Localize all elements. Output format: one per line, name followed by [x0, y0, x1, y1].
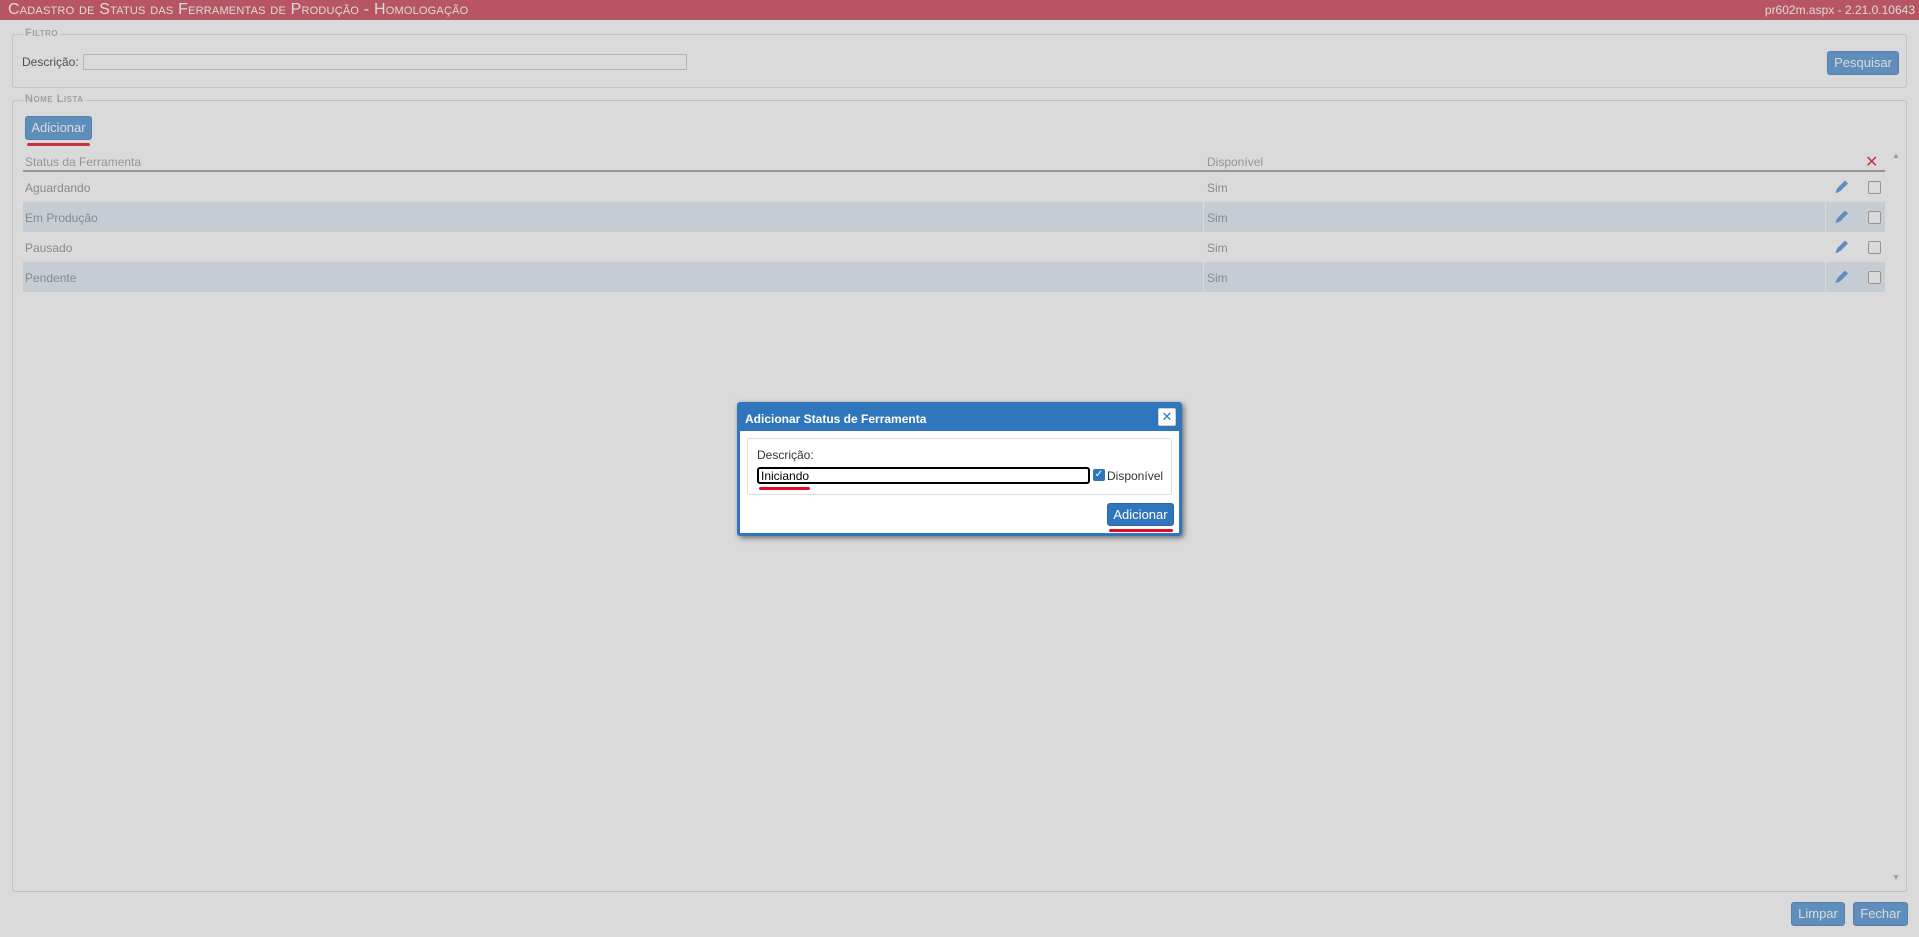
annotation-underline [1109, 529, 1173, 532]
dialog-adicionar-button[interactable]: Adicionar [1107, 503, 1174, 526]
page: Cadastro de Status das Ferramentas de Pr… [0, 0, 1919, 937]
dialog-title: Adicionar Status de Ferramenta [740, 405, 1179, 431]
add-status-dialog: Adicionar Status de Ferramenta ✕ Descriç… [737, 402, 1182, 536]
annotation-underline [759, 487, 810, 490]
dialog-descricao-input[interactable] [757, 467, 1090, 484]
dialog-close-icon[interactable]: ✕ [1158, 408, 1176, 426]
dialog-body: Descrição: ✓ Disponível [747, 438, 1172, 495]
disponivel-checkbox-label[interactable]: Disponível [1107, 469, 1163, 483]
dialog-descricao-label: Descrição: [757, 448, 814, 462]
disponivel-checkbox[interactable]: ✓ [1093, 469, 1105, 481]
